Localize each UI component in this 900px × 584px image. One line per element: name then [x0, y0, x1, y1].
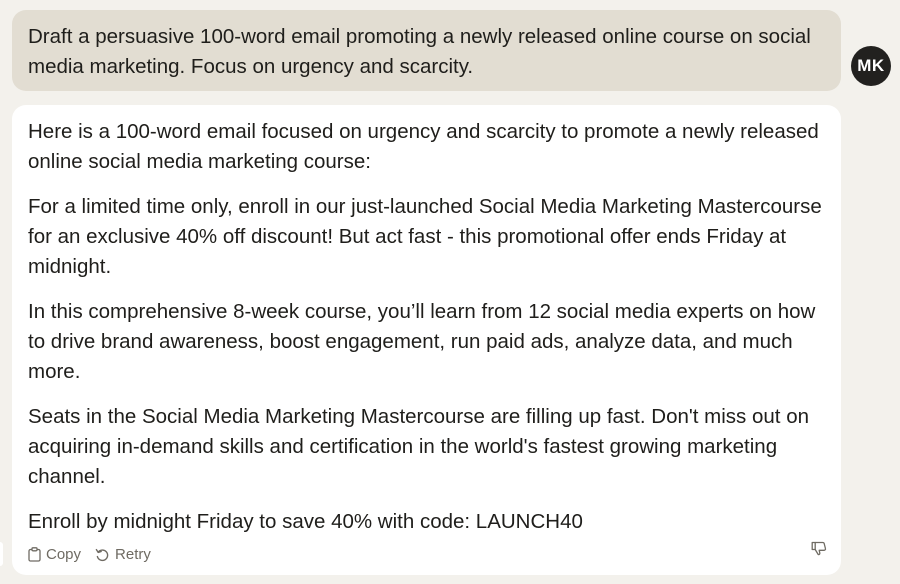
retry-arrow-icon	[95, 548, 110, 562]
retry-label: Retry	[115, 546, 151, 563]
clipboard-icon	[28, 547, 41, 562]
thumbs-down-icon	[811, 541, 827, 560]
user-avatar[interactable]: MK	[851, 46, 891, 86]
user-message-text: Draft a persuasive 100-word email promot…	[28, 25, 811, 78]
copy-label: Copy	[46, 546, 82, 563]
assistant-paragraph: Here is a 100-word email focused on urge…	[28, 120, 819, 173]
assistant-paragraph: In this comprehensive 8-week course, you…	[28, 300, 816, 383]
chat-view: Draft a persuasive 100-word email promot…	[0, 0, 900, 584]
assistant-paragraph: Enroll by midnight Friday to save 40% wi…	[28, 510, 583, 533]
assistant-paragraph: Seats in the Social Media Marketing Mast…	[28, 405, 810, 488]
retry-button[interactable]: Retry	[95, 546, 151, 563]
sidebar-edge	[0, 542, 3, 566]
assistant-paragraph: For a limited time only, enroll in our j…	[28, 195, 822, 278]
copy-button[interactable]: Copy	[28, 546, 81, 563]
assistant-message-card: Here is a 100-word email focused on urge…	[12, 105, 841, 575]
thumbs-down-button[interactable]	[811, 541, 827, 561]
message-actions: Copy Retry	[28, 546, 151, 563]
user-message-bubble: Draft a persuasive 100-word email promot…	[12, 10, 841, 91]
